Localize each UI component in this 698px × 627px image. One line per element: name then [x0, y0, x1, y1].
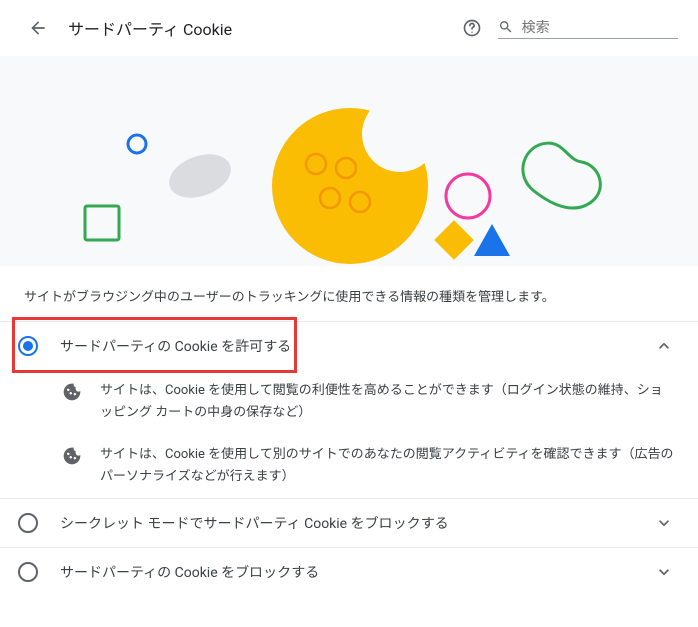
chevron-down-icon: [654, 513, 674, 533]
search-icon: [498, 18, 514, 36]
chevron-down-icon: [654, 562, 674, 582]
page-title: サードパーティ Cookie: [68, 16, 454, 40]
option-allow[interactable]: サードパーティの Cookie を許可する: [0, 321, 698, 370]
option-block-incognito-label: シークレット モードでサードパーティ Cookie をブロックする: [60, 513, 654, 533]
search-input[interactable]: [522, 19, 678, 35]
help-icon: [462, 18, 482, 38]
illustration: [0, 56, 698, 266]
cookie-icon: [62, 382, 82, 402]
back-button[interactable]: [20, 10, 56, 46]
cookie-icon: [62, 446, 82, 466]
description: サイトがブラウジング中のユーザーのトラッキングに使用できる情報の種類を管理します…: [0, 266, 698, 321]
help-button[interactable]: [454, 10, 490, 46]
radio-allow[interactable]: [18, 336, 38, 356]
detail-text-1: サイトは、Cookie を使用して閲覧の利便性を高めることができます（ログイン状…: [100, 380, 674, 424]
option-block-incognito[interactable]: シークレット モードでサードパーティ Cookie をブロックする: [0, 498, 698, 547]
radio-block-all[interactable]: [18, 562, 38, 582]
search-field[interactable]: [498, 18, 678, 39]
detail-text-2: サイトは、Cookie を使用して別のサイトでのあなたの閲覧アクティビティを確認…: [100, 444, 674, 488]
arrow-left-icon: [28, 18, 48, 38]
detail-row-2: サイトは、Cookie を使用して別のサイトでのあなたの閲覧アクティビティを確認…: [0, 434, 698, 498]
option-block-all[interactable]: サードパーティの Cookie をブロックする: [0, 547, 698, 596]
options-section: サードパーティの Cookie を許可する サイトは、Cookie を使用して閲…: [0, 321, 698, 596]
chevron-up-icon: [654, 336, 674, 356]
header: サードパーティ Cookie: [0, 0, 698, 56]
option-allow-label: サードパーティの Cookie を許可する: [60, 336, 654, 356]
radio-block-incognito[interactable]: [18, 513, 38, 533]
option-block-all-label: サードパーティの Cookie をブロックする: [60, 562, 654, 582]
detail-row-1: サイトは、Cookie を使用して閲覧の利便性を高めることができます（ログイン状…: [0, 370, 698, 434]
